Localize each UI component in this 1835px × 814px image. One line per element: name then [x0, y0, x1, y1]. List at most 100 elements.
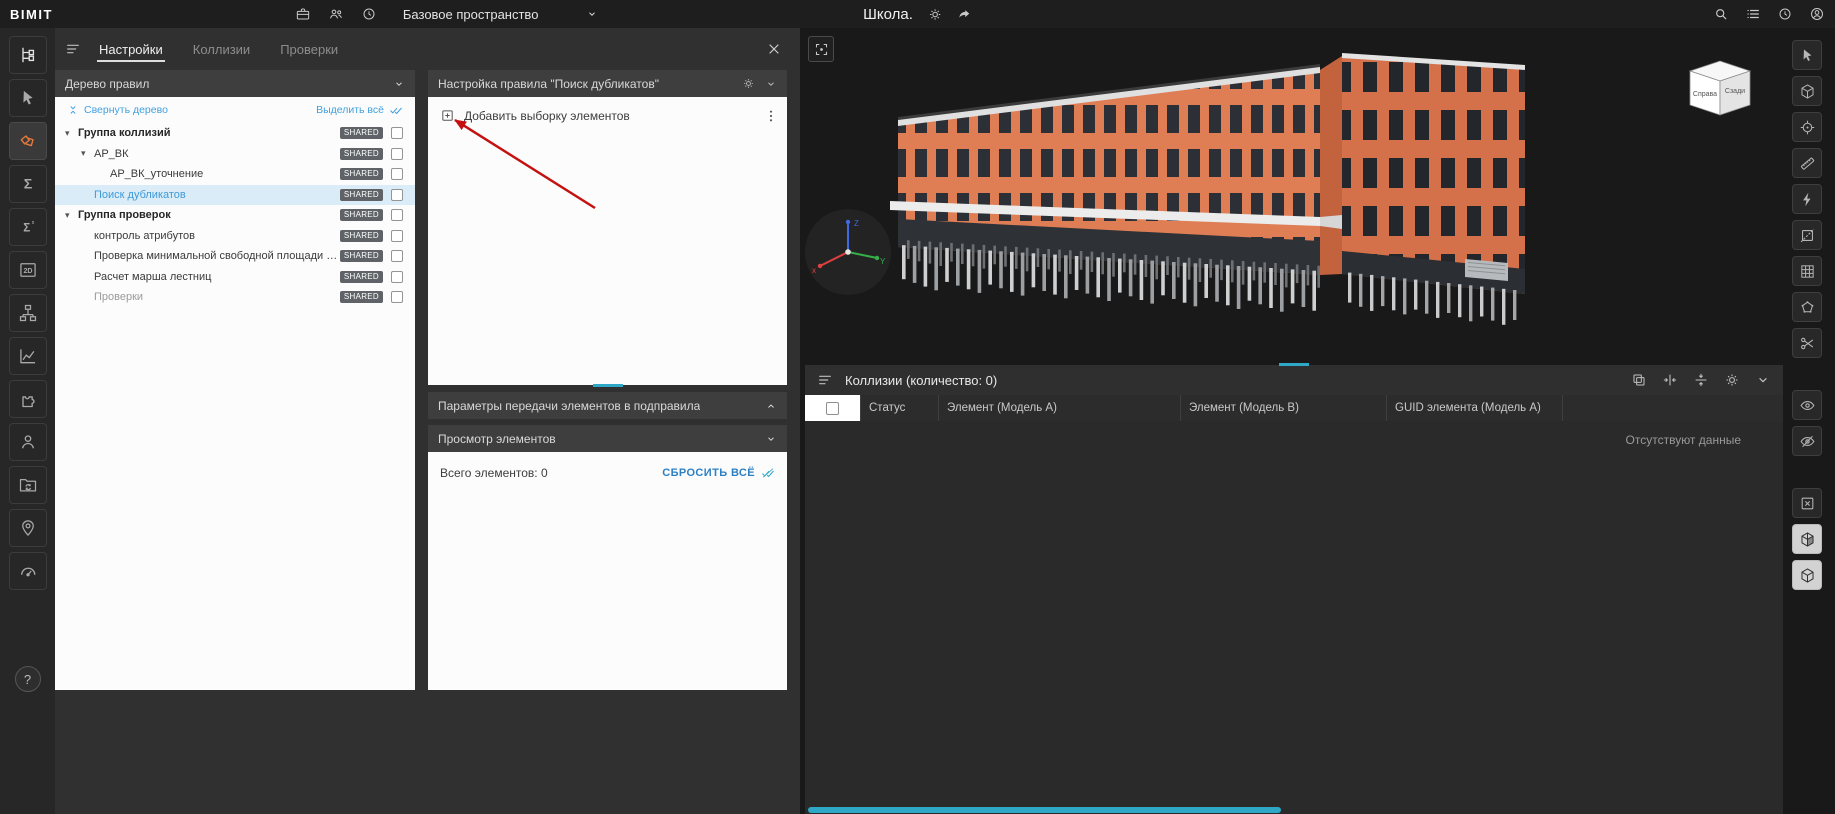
navigation-cube[interactable]: Справа Сзади: [1680, 55, 1760, 126]
polygon-select-button[interactable]: [1792, 292, 1822, 322]
axis-gizmo[interactable]: Z x Y: [805, 209, 891, 295]
measure-button[interactable]: [1792, 148, 1822, 178]
rule-tree-header[interactable]: Дерево правил: [55, 70, 415, 97]
viewport-3d[interactable]: Z x Y Справа Сзади Коллизии (количество:…: [800, 28, 1835, 814]
column-header[interactable]: Статус: [861, 395, 939, 421]
expand-chevron-icon[interactable]: ▾: [65, 128, 78, 138]
tree-item[interactable]: Расчет марша лестниц SHARED: [55, 267, 415, 288]
select-elements-button[interactable]: [1792, 40, 1822, 70]
select-all-checkbox[interactable]: [826, 401, 839, 415]
reset-all-button[interactable]: СБРОСИТЬ ВСЁ: [662, 466, 775, 480]
collapse-panel-button[interactable]: [1755, 372, 1771, 388]
profile-button[interactable]: [1809, 6, 1825, 22]
tree-item[interactable]: Проверка минимальной свободной площади с…: [55, 246, 415, 267]
select-all-link[interactable]: Выделить всё: [316, 103, 403, 117]
preview-header[interactable]: Просмотр элементов: [428, 425, 787, 452]
target-icon: [1799, 119, 1816, 136]
expand-chevron-icon[interactable]: ▾: [65, 210, 78, 220]
column-header[interactable]: Элемент (Модель B): [1181, 395, 1387, 421]
tab-settings[interactable]: Настройки: [97, 31, 165, 68]
quick-check-button[interactable]: [1792, 184, 1822, 214]
model-structure-button[interactable]: [8, 36, 47, 74]
fit-rows-button[interactable]: [1693, 372, 1709, 388]
expand-chevron-icon[interactable]: ▾: [81, 149, 94, 158]
section-box-button[interactable]: [1792, 560, 1822, 590]
tree-item-label: Проверки: [94, 291, 144, 304]
tree-item-checkbox[interactable]: [391, 209, 403, 222]
recent-button[interactable]: [1777, 6, 1793, 22]
workspace-selector[interactable]: Базовое пространство: [403, 7, 599, 22]
tree-item-checkbox[interactable]: [391, 147, 403, 160]
tree-item-checkbox[interactable]: [391, 127, 403, 140]
tree-item[interactable]: АР_ВК_уточнение SHARED: [55, 164, 415, 185]
panel-menu-button[interactable]: [65, 41, 81, 57]
collisions-resize-handle[interactable]: [1279, 363, 1309, 366]
section-plane-button[interactable]: [1792, 220, 1822, 250]
tab-checks[interactable]: Проверки: [278, 31, 340, 68]
chart-icon: [18, 346, 38, 366]
chevron-down-icon[interactable]: [765, 78, 777, 90]
shaded-view-button[interactable]: [1792, 524, 1822, 554]
chevdown-icon: [1755, 372, 1771, 388]
team-button[interactable]: [328, 6, 344, 22]
clip-button[interactable]: [1792, 328, 1822, 358]
fit-columns-button[interactable]: [1662, 372, 1678, 388]
projects-button[interactable]: [295, 6, 311, 22]
tab-collisions[interactable]: Коллизии: [191, 31, 252, 68]
tree-item[interactable]: Поиск дубликатов SHARED: [55, 184, 415, 205]
history-button[interactable]: [361, 6, 377, 22]
reset-all-label: СБРОСИТЬ ВСЁ: [662, 467, 755, 479]
model-box-button[interactable]: [1792, 76, 1822, 106]
more-options-button[interactable]: [763, 108, 779, 124]
close-panel-button[interactable]: [766, 41, 782, 57]
dashboard-button[interactable]: [8, 552, 47, 590]
horizontal-scrollbar[interactable]: [808, 807, 1281, 813]
tree-item-checkbox[interactable]: [391, 270, 403, 283]
show-elements-button[interactable]: [1792, 390, 1822, 420]
view-2d-button[interactable]: [8, 251, 47, 289]
panel-resize-handle[interactable]: [592, 384, 623, 387]
select-tool-button[interactable]: [8, 79, 47, 117]
table-settings-button[interactable]: [1724, 372, 1740, 388]
calculations-button[interactable]: [8, 208, 47, 246]
column-header[interactable]: Элемент (Модель А): [939, 395, 1181, 421]
column-header[interactable]: GUID элемента (Модель А): [1387, 395, 1563, 421]
hide-elements-button[interactable]: [1792, 426, 1822, 456]
rule-settings-header[interactable]: Настройка правила "Поиск дубликатов": [428, 70, 787, 97]
tree-item-checkbox[interactable]: [391, 291, 403, 304]
search-button[interactable]: [1713, 6, 1729, 22]
tree-item-checkbox[interactable]: [391, 229, 403, 242]
boxx-icon: [1799, 495, 1816, 512]
tree-item[interactable]: ▾ Группа проверок SHARED: [55, 205, 415, 226]
transfer-params-header[interactable]: Параметры передачи элементов в подправил…: [428, 392, 787, 419]
collisions-menu-button[interactable]: [817, 372, 833, 388]
hierarchy-button[interactable]: [8, 294, 47, 332]
charts-button[interactable]: [8, 337, 47, 375]
plugins-button[interactable]: [8, 380, 47, 418]
gear-icon[interactable]: [742, 77, 755, 90]
isolate-button[interactable]: [1792, 488, 1822, 518]
tree-item-checkbox[interactable]: [391, 168, 403, 181]
collisions-table-body: Отсутствуют данные: [805, 421, 1783, 814]
tree-item[interactable]: ▾ АР_ВК SHARED: [55, 144, 415, 165]
tree-item[interactable]: контроль атрибутов SHARED: [55, 226, 415, 247]
share-button[interactable]: [957, 7, 972, 22]
add-selection-button[interactable]: Добавить выборку элементов: [428, 97, 642, 134]
collision-rules-button[interactable]: [8, 122, 47, 160]
user-location-button[interactable]: [8, 509, 47, 547]
shared-folders-button[interactable]: [8, 466, 47, 504]
summary-button[interactable]: [8, 165, 47, 203]
tree-item-checkbox[interactable]: [391, 250, 403, 263]
tree-item-checkbox[interactable]: [391, 188, 403, 201]
task-list-button[interactable]: [1745, 6, 1761, 22]
duplicate-button[interactable]: [1631, 372, 1647, 388]
tree-item[interactable]: Проверки SHARED: [55, 287, 415, 308]
grid-button[interactable]: [1792, 256, 1822, 286]
project-settings-button[interactable]: [928, 7, 943, 22]
locate-button[interactable]: [1792, 112, 1822, 142]
users-button[interactable]: [8, 423, 47, 461]
tree-item[interactable]: ▾ Группа коллизий SHARED: [55, 123, 415, 144]
focus-model-button[interactable]: [808, 36, 834, 62]
help-button[interactable]: ?: [14, 666, 41, 692]
collapse-tree-link[interactable]: Свернуть дерево: [67, 104, 168, 116]
